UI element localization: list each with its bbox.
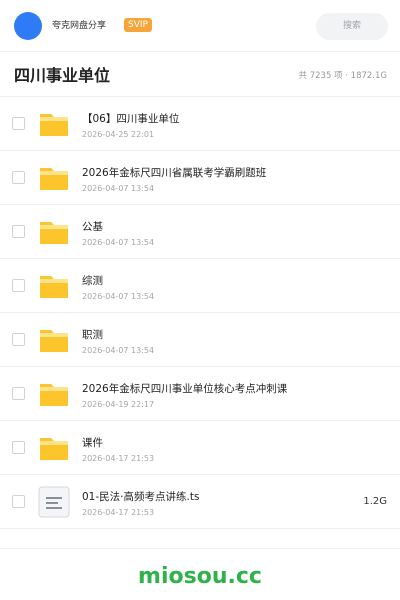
item-name: 公基 [82, 221, 103, 233]
folder-icon [38, 270, 70, 302]
svip-badge: SVIP [124, 18, 152, 32]
item-date: 2026-04-07 13:54 [82, 292, 155, 301]
file-list: 【06】四川事业单位 2026-04-25 22:01 2026年金标尺四川省属… [0, 97, 400, 529]
item-name: 综测 [82, 275, 103, 287]
item-name: 课件 [82, 437, 103, 449]
list-item[interactable]: 职测 2026-04-07 13:54 [0, 313, 400, 367]
folder-icon [38, 432, 70, 464]
item-date: 2026-04-07 13:54 [82, 184, 155, 193]
document-icon [38, 486, 70, 518]
item-checkbox[interactable] [12, 279, 25, 292]
item-date: 2026-04-17 21:53 [82, 454, 155, 463]
item-name: 2026年金标尺四川事业单位核心考点冲刺课 [82, 383, 288, 395]
item-checkbox[interactable] [12, 117, 25, 130]
app-name: 夸克网盘分享 [52, 21, 107, 31]
item-checkbox[interactable] [12, 387, 25, 400]
item-date: 2026-04-19 22:17 [82, 400, 155, 409]
folder-icon [38, 324, 70, 356]
watermark: miosou.cc [138, 564, 262, 589]
item-date: 2026-04-25 22:01 [82, 130, 155, 139]
avatar[interactable] [14, 12, 42, 40]
item-name: 2026年金标尺四川省属联考学霸刷题班 [82, 167, 267, 179]
folder-icon [38, 378, 70, 410]
item-checkbox[interactable] [12, 441, 25, 454]
folder-icon [38, 162, 70, 194]
list-item[interactable]: 01-民法·高频考点讲练.ts 2026-04-17 21:53 1.2G [0, 475, 400, 529]
item-checkbox[interactable] [12, 225, 25, 238]
item-name: 【06】四川事业单位 [82, 113, 180, 125]
folder-summary: 共 7235 项 · 1872.1G [298, 71, 387, 81]
item-date: 2026-04-17 21:53 [82, 508, 155, 517]
item-name: 职测 [82, 329, 103, 341]
list-item[interactable]: 课件 2026-04-17 21:53 [0, 421, 400, 475]
item-checkbox[interactable] [12, 171, 25, 184]
item-date: 2026-04-07 13:54 [82, 346, 155, 355]
item-name: 01-民法·高频考点讲练.ts [82, 491, 200, 503]
header: 夸克网盘分享 SVIP 搜索 [0, 0, 400, 52]
folder-icon [38, 108, 70, 140]
item-size: 1.2G [363, 496, 387, 507]
item-checkbox[interactable] [12, 333, 25, 346]
list-item[interactable]: 综测 2026-04-07 13:54 [0, 259, 400, 313]
list-item[interactable]: 公基 2026-04-07 13:54 [0, 205, 400, 259]
search-button[interactable]: 搜索 [316, 13, 388, 40]
footer: miosou.cc [0, 548, 400, 600]
item-checkbox[interactable] [12, 495, 25, 508]
page-title: 四川事业单位 [14, 66, 111, 85]
list-item[interactable]: 2026年金标尺四川事业单位核心考点冲刺课 2026-04-19 22:17 [0, 367, 400, 421]
folder-icon [38, 216, 70, 248]
item-date: 2026-04-07 13:54 [82, 238, 155, 247]
list-item[interactable]: 2026年金标尺四川省属联考学霸刷题班 2026-04-07 13:54 [0, 151, 400, 205]
title-bar: 四川事业单位 共 7235 项 · 1872.1G [0, 53, 400, 97]
list-item[interactable]: 【06】四川事业单位 2026-04-25 22:01 [0, 97, 400, 151]
